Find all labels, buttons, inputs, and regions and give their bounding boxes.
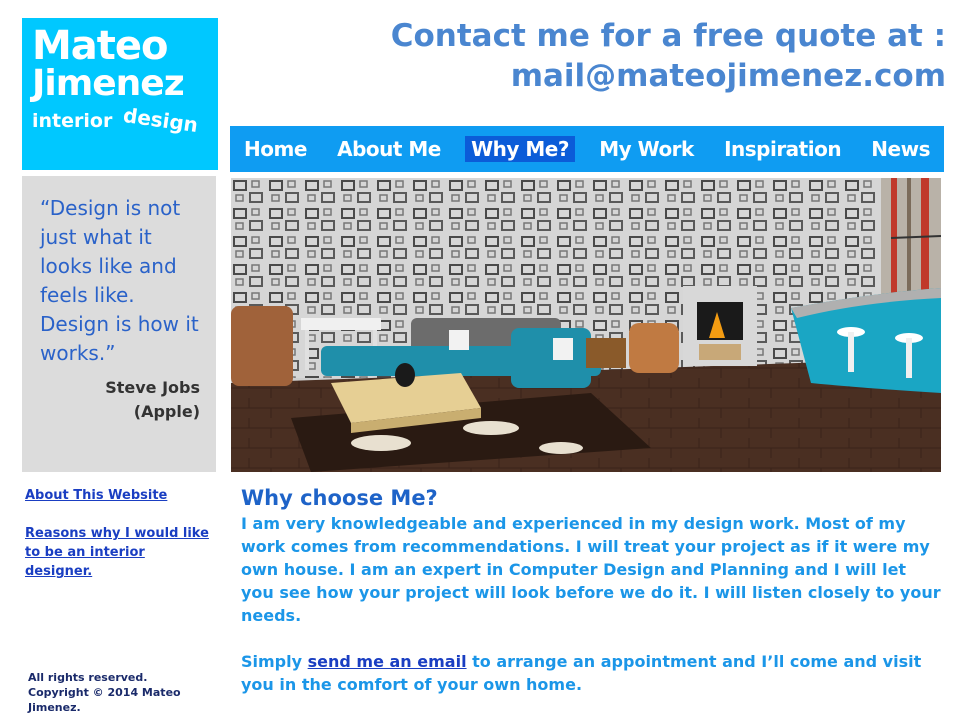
site-logo[interactable]: Mateo Jimenez interior design (22, 18, 218, 170)
quote-author: Steve Jobs (Apple) (40, 376, 202, 424)
nav-about-me[interactable]: About Me (331, 136, 447, 162)
contact-email: mail@mateojimenez.com (510, 58, 946, 94)
logo-tagline-design: design (121, 102, 200, 138)
copyright-line: Copyright © 2014 Mateo Jimenez. (28, 686, 181, 714)
nav-my-work[interactable]: My Work (593, 136, 700, 162)
sidebar-links: About This Website Reasons why I would l… (25, 486, 215, 581)
quote-box: “Design is not just what it looks like a… (22, 176, 216, 472)
contact-line: Contact me for a free quote at : (390, 18, 946, 54)
footer-copyright: All rights reserved. Copyright © 2014 Ma… (28, 670, 228, 715)
main-content: Why choose Me? I am very knowledgeable a… (241, 486, 941, 696)
logo-name-last: Jimenez (32, 63, 185, 104)
cta-paragraph: Simply send me an email to arrange an ap… (241, 650, 941, 696)
link-reasons[interactable]: Reasons why I would like to be an interi… (25, 524, 215, 581)
rights-line: All rights reserved. (28, 671, 148, 684)
nav-why-me[interactable]: Why Me? (465, 136, 575, 162)
intro-paragraph: I am very knowledgeable and experienced … (241, 514, 941, 625)
main-nav: Home About Me Why Me? My Work Inspiratio… (230, 126, 944, 172)
section-heading: Why choose Me? (241, 486, 438, 510)
quote-author-company: (Apple) (133, 402, 200, 421)
nav-home[interactable]: Home (238, 136, 313, 162)
email-link[interactable]: send me an email (308, 652, 467, 671)
room-illustration (231, 178, 941, 472)
nav-inspiration[interactable]: Inspiration (718, 136, 847, 162)
logo-tagline-interior: interior (32, 110, 113, 132)
quote-author-name: Steve Jobs (105, 378, 200, 397)
link-about-website[interactable]: About This Website (25, 486, 215, 505)
nav-news[interactable]: News (865, 136, 936, 162)
hero-room-image (231, 178, 941, 472)
quote-text: “Design is not just what it looks like a… (40, 196, 199, 365)
contact-header: Contact me for a free quote at : mail@ma… (326, 16, 946, 96)
logo-tagline: interior design (32, 103, 210, 137)
cta-text-before: Simply (241, 652, 308, 671)
